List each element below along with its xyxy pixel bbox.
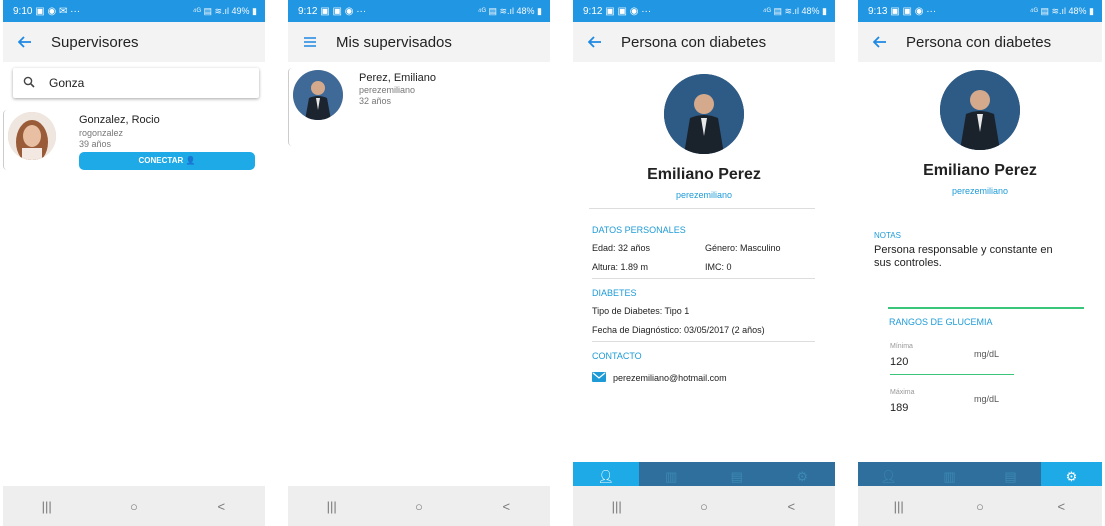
page-title: Persona con diabetes — [621, 33, 767, 51]
divider — [589, 208, 815, 209]
notebook-icon: ▤ — [1004, 469, 1017, 484]
contact-email[interactable]: perezemiliano@hotmail.com — [613, 373, 727, 383]
person-username: perezemiliano — [359, 85, 416, 95]
search-icon — [23, 76, 39, 91]
status-time: 9:10 ▣ ◉ ✉ ··· — [13, 5, 81, 17]
status-bar: 9:13 ▣ ▣ ◉ ··· ⁴ᴳ ▤ ≋.ıl 48% ▮ — [858, 0, 1102, 22]
system-navbar: ||| ○ < — [3, 486, 265, 526]
status-indicators: ⁴ᴳ ▤ ≋.ıl 48% ▮ — [477, 5, 542, 16]
profile-name: Emiliano Perez — [923, 162, 1037, 179]
home-button[interactable]: ○ — [684, 499, 724, 514]
max-glucose-field[interactable]: Máxima 189 mg/dL — [890, 389, 1084, 423]
page-title: Supervisores — [51, 33, 139, 51]
back-button[interactable]: < — [771, 499, 811, 514]
status-time: 9:12 ▣ ▣ ◉ ··· — [583, 5, 652, 17]
page-title: Persona con diabetes — [906, 33, 1052, 51]
back-button[interactable]: < — [486, 499, 526, 514]
person-age: 39 años — [79, 139, 112, 149]
screen-persona-datos: 9:12 ▣ ▣ ◉ ··· ⁴ᴳ ▤ ≋.ıl 48% ▮ Persona c… — [573, 0, 835, 526]
gear-icon: ⚙ — [796, 469, 809, 484]
section-heading-contacto: CONTACTO — [592, 351, 642, 361]
field-altura: Altura: 1.89 m — [592, 262, 649, 272]
section-heading-personal: DATOS PERSONALES — [592, 225, 686, 235]
recents-button[interactable]: ||| — [879, 499, 919, 514]
field-fecha-diagnostico: Fecha de Diagnóstico: 03/05/2017 (2 años… — [592, 325, 765, 335]
status-indicators: ⁴ᴳ ▤ ≋.ıl 48% ▮ — [762, 5, 827, 16]
divider — [592, 341, 815, 342]
person-name: Gonzalez, Rocio — [79, 114, 160, 126]
person-name: Perez, Emiliano — [359, 72, 437, 84]
gear-icon: ⚙ — [1065, 469, 1078, 484]
app-bar: Persona con diabetes — [573, 22, 835, 62]
status-bar: 9:10 ▣ ◉ ✉ ··· ⁴ᴳ ▤ ≋.ıl 49% ▮ — [3, 0, 265, 22]
field-edad: Edad: 32 años — [592, 243, 651, 253]
divider — [592, 278, 815, 279]
home-button[interactable]: ○ — [114, 499, 154, 514]
notes-text-line-2: sus controles. — [874, 257, 942, 269]
app-bar: Persona con diabetes — [858, 22, 1102, 62]
add-person-icon: 👤 — [185, 156, 196, 165]
screen-supervisores: 9:10 ▣ ◉ ✉ ··· ⁴ᴳ ▤ ≋.ıl 49% ▮ Superviso… — [3, 0, 265, 526]
system-navbar: ||| ○ < — [288, 486, 550, 526]
status-time: 9:13 ▣ ▣ ◉ ··· — [868, 5, 937, 17]
person-icon: 👤︎ — [880, 469, 897, 484]
min-underline — [890, 374, 1014, 375]
home-button[interactable]: ○ — [399, 499, 439, 514]
notes-label: NOTAS — [874, 231, 901, 240]
person-username: rogonzalez — [79, 128, 124, 138]
field-genero: Género: Masculino — [705, 243, 781, 253]
search-input[interactable]: Gonza — [13, 68, 259, 98]
section-divider — [888, 307, 1084, 309]
min-unit: mg/dL — [974, 349, 1000, 359]
notes-text-line-1: Persona responsable y constante en — [874, 244, 1053, 256]
recents-button[interactable]: ||| — [597, 499, 637, 514]
screen-mis-supervisados: 9:12 ▣ ▣ ◉ ··· ⁴ᴳ ▤ ≋.ıl 48% ▮ Mis super… — [288, 0, 550, 526]
status-indicators: ⁴ᴳ ▤ ≋.ıl 48% ▮ — [1029, 5, 1094, 16]
status-bar: 9:12 ▣ ▣ ◉ ··· ⁴ᴳ ▤ ≋.ıl 48% ▮ — [288, 0, 550, 22]
person-age: 32 años — [359, 96, 392, 106]
recents-button[interactable]: ||| — [27, 499, 67, 514]
section-heading-diabetes: DIABETES — [592, 288, 637, 298]
notes-field[interactable]: Persona responsable y constante en sus c… — [874, 244, 1084, 270]
back-arrow-icon[interactable] — [868, 35, 892, 49]
system-navbar: ||| ○ < — [573, 486, 835, 526]
system-navbar: ||| ○ < — [858, 486, 1102, 526]
field-imc: IMC: 0 — [705, 262, 732, 272]
back-button[interactable]: < — [201, 499, 241, 514]
recents-button[interactable]: ||| — [312, 499, 352, 514]
person-icon: 👤︎ — [597, 469, 614, 484]
app-bar: Mis supervisados — [288, 22, 550, 62]
search-value: Gonza — [49, 76, 85, 90]
min-glucose-field[interactable]: Mínima 120 mg/dL — [890, 343, 1084, 377]
status-indicators: ⁴ᴳ ▤ ≋.ıl 49% ▮ — [192, 5, 257, 16]
connect-label: CONECTAR — [138, 156, 184, 165]
back-button[interactable]: < — [1041, 499, 1081, 514]
profile-photo — [940, 70, 1020, 150]
profile-photo — [664, 74, 744, 154]
bar-chart-icon: ▥ — [665, 469, 678, 484]
back-arrow-icon[interactable] — [583, 35, 607, 49]
bar-chart-icon: ▥ — [943, 469, 956, 484]
list-item[interactable]: Perez, Emiliano perezemiliano 32 años — [288, 68, 550, 146]
screen-persona-notas: 9:13 ▣ ▣ ◉ ··· ⁴ᴳ ▤ ≋.ıl 48% ▮ Persona c… — [858, 0, 1102, 526]
app-bar: Supervisores — [3, 22, 265, 62]
profile-username: perezemiliano — [951, 186, 1009, 196]
section-heading-glucemia: RANGOS DE GLUCEMIA — [889, 317, 993, 327]
status-bar: 9:12 ▣ ▣ ◉ ··· ⁴ᴳ ▤ ≋.ıl 48% ▮ — [573, 0, 835, 22]
home-button[interactable]: ○ — [960, 499, 1000, 514]
profile-name: Emiliano Perez — [647, 166, 761, 183]
avatar — [8, 112, 56, 160]
field-tipo-diabetes: Tipo de Diabetes: Tipo 1 — [592, 306, 690, 316]
email-icon — [592, 369, 606, 387]
avatar — [293, 70, 343, 120]
list-item[interactable]: Gonzalez, Rocio rogonzalez 39 años CONEC… — [3, 110, 265, 170]
back-arrow-icon[interactable] — [13, 35, 37, 49]
profile-username: perezemiliano — [675, 190, 733, 200]
notebook-icon: ▤ — [730, 469, 743, 484]
status-time: 9:12 ▣ ▣ ◉ ··· — [298, 5, 367, 17]
page-title: Mis supervisados — [336, 33, 452, 51]
menu-icon[interactable] — [298, 36, 322, 48]
max-unit: mg/dL — [974, 394, 1000, 404]
connect-button[interactable]: CONECTAR 👤 — [79, 152, 255, 170]
